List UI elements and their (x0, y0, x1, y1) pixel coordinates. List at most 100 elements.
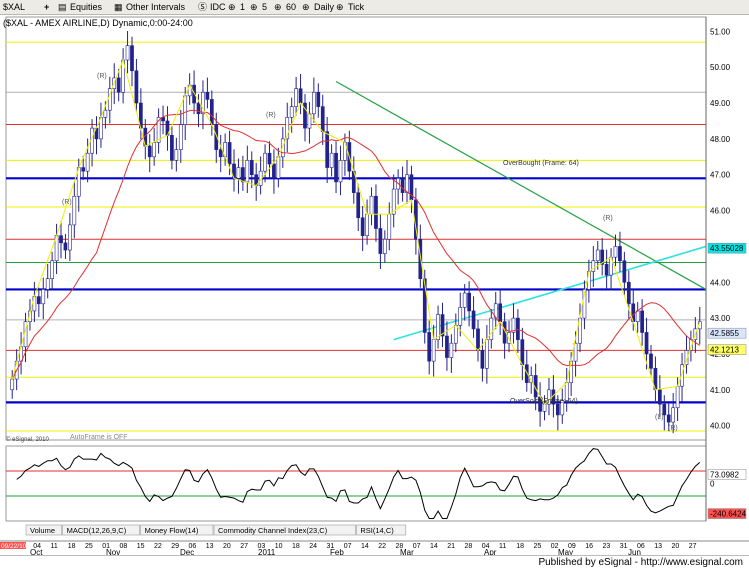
candle-body-17 (85, 152, 90, 172)
candle-body-44 (205, 91, 210, 100)
x-month-label-7: May (558, 548, 573, 555)
x-month-label-6: Apr (484, 548, 497, 555)
x-day-label-2: 11 (51, 543, 58, 550)
idc-button[interactable]: IDC (210, 1, 226, 13)
y-tick-label-7: 47.00 (710, 171, 731, 180)
x-day-label-34: 23 (603, 543, 611, 550)
intervals-icon: ▦ (114, 2, 123, 12)
x-month-label-5: Mar (400, 548, 414, 555)
x-day-label-39: 27 (689, 543, 697, 550)
x-day-label-12: 20 (223, 543, 231, 550)
candle-body-13 (68, 224, 72, 251)
rsi-tick-label-0: 0 (710, 480, 715, 489)
candle-body-132 (595, 249, 600, 262)
x-month-label-8: Jun (628, 548, 641, 555)
candle-body-32 (152, 142, 157, 158)
candle-body-9 (50, 260, 54, 279)
candle-body-108 (489, 317, 494, 340)
x-day-label-6: 08 (120, 543, 128, 550)
add-icon[interactable]: + (44, 1, 49, 13)
candle-body-101 (458, 307, 463, 326)
candle-body-139 (626, 281, 631, 305)
chart-title: ($XAL - AMEX AIRLINE,D) Dynamic,0:00-24:… (3, 18, 193, 28)
candle-body-73 (334, 152, 338, 183)
x-day-label-26: 28 (465, 543, 473, 550)
x-month-label-1: Nov (106, 548, 120, 555)
x-day-label-15: 10 (275, 543, 283, 550)
candle-body-100 (453, 324, 458, 344)
price-chart[interactable]: OverBought (Frame: 64) OverSold (Frame: 6… (0, 15, 749, 555)
x-day-label-21: 22 (378, 543, 386, 550)
symbol-field[interactable]: $XAL (3, 1, 25, 13)
candle-body-123 (555, 403, 560, 416)
candle-body-99 (449, 342, 454, 358)
marker-label-4: (L) (655, 414, 664, 421)
oversold-label: OverSold (Frame: 64) (510, 398, 578, 405)
interval-1-button[interactable]: 1 (240, 1, 245, 13)
candle-body-45 (209, 99, 214, 125)
x-day-label-8: 22 (154, 543, 162, 550)
x-day-label-24: 14 (430, 543, 438, 550)
x-month-label-3: 2011 (258, 548, 276, 555)
candle-body-12 (63, 242, 68, 251)
x-day-label-16: 18 (292, 543, 300, 550)
candle-body-26 (125, 45, 130, 61)
candle-body-81 (369, 195, 374, 215)
candle-body-68 (312, 91, 316, 115)
daily-button[interactable]: Daily (314, 1, 334, 13)
candle-body-98 (445, 335, 449, 358)
tick-icon: ⊕ (336, 2, 344, 12)
y-tick-label-6: 46.00 (710, 207, 731, 216)
indicator-tab-label-1: MACD(12,26,9,C) (67, 526, 127, 535)
y-tick-label-9: 49.00 (710, 99, 731, 108)
candle-body-8 (45, 278, 50, 290)
x-month-label-4: Feb (330, 548, 344, 555)
interval-1-icon: ⊕ (228, 2, 236, 12)
tick-button[interactable]: Tick (348, 1, 364, 13)
x-day-label-11: 13 (206, 543, 214, 550)
candle-body-85 (387, 213, 392, 240)
candle-body-74 (338, 160, 343, 183)
candle-body-47 (218, 149, 223, 158)
candle-body-143 (644, 332, 649, 355)
x-day-label-23: 07 (413, 543, 421, 550)
interval-5-button[interactable]: 5 (262, 1, 267, 13)
candle-body-105 (476, 328, 480, 351)
candle-body-70 (320, 106, 325, 133)
y-tick-label-4: 44.00 (710, 278, 731, 287)
other-intervals-button[interactable]: Other Intervals (126, 1, 185, 13)
candle-body-52 (241, 167, 245, 183)
x-day-label-13: 27 (240, 543, 248, 550)
candle-body-38 (178, 124, 183, 150)
candle-body-21 (103, 109, 108, 118)
candle-body-114 (516, 317, 520, 340)
y-tick-label-0: 40.00 (710, 422, 731, 431)
x-day-label-35: 31 (620, 543, 628, 550)
candle-body-0 (10, 378, 15, 391)
candle-body-134 (604, 264, 609, 276)
candle-body-64 (294, 88, 298, 107)
candle-body-39 (183, 95, 188, 125)
y-tick-label-3: 43.00 (710, 314, 731, 323)
candle-body-144 (649, 353, 653, 369)
indicator-tabs[interactable]: Volume MACD(12,26,9,C) Money Flow(14) Commo… (25, 524, 407, 536)
price-marker-label-0: 43.55028 (710, 244, 744, 253)
indicator-tab-label-4: RSI(14,C) (360, 526, 394, 535)
candle-body-69 (316, 91, 321, 107)
candle-body-142 (640, 310, 644, 333)
candle-body-137 (618, 246, 622, 262)
interval-5-icon: ⊕ (250, 2, 258, 12)
x-day-label-3: 18 (68, 543, 76, 550)
marker-label-5: (R) (668, 425, 678, 432)
equities-button[interactable]: Equities (70, 1, 102, 13)
candle-body-110 (498, 303, 503, 323)
marker-label-2: (R) (266, 112, 276, 119)
price-marker-label-2: 42.1213 (710, 346, 739, 355)
candle-body-49 (227, 142, 232, 165)
interval-60-button[interactable]: 60 (286, 1, 296, 13)
copyright-label: © eSignal, 2010 (6, 436, 49, 443)
candle-body-148 (666, 414, 671, 423)
candle-body-27 (130, 45, 134, 72)
candle-body-58 (267, 152, 272, 165)
x-day-label-28: 11 (499, 543, 506, 550)
